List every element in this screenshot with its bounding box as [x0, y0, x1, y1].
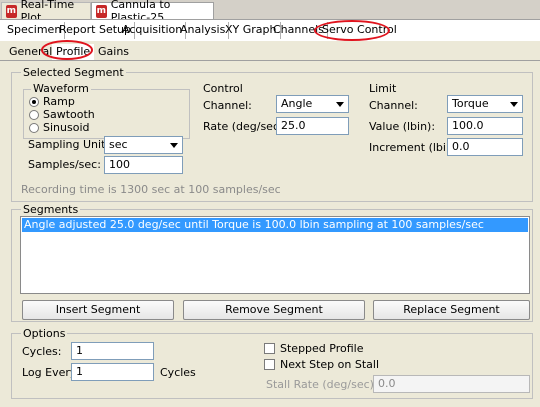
control-channel-value: Angle — [281, 97, 313, 110]
stepped-profile-checkbox[interactable] — [264, 343, 275, 354]
limit-channel-select[interactable]: Torque — [447, 95, 523, 113]
log-every-unit: Cycles — [160, 366, 196, 379]
sinusoid-label: Sinusoid — [43, 121, 90, 134]
stall-rate-input: 0.0 — [373, 375, 530, 393]
sinusoid-radio[interactable] — [29, 123, 39, 133]
rate-input[interactable]: 25.0 — [276, 117, 349, 135]
app-icon: m — [6, 4, 17, 18]
next-step-on-stall-label: Next Step on Stall — [280, 358, 380, 371]
limit-title: Limit — [369, 82, 397, 95]
cycles-input[interactable]: 1 — [71, 342, 154, 360]
limit-value-label: Value (lbin): — [369, 120, 436, 133]
tab-gains[interactable]: Gains — [98, 44, 129, 60]
sampling-units-value: sec — [109, 138, 128, 151]
control-channel-select[interactable]: Angle — [276, 95, 349, 113]
window-tab-real-time-plot[interactable]: m Real-Time Plot — [1, 0, 91, 24]
tab-servo-control[interactable]: Servo Control — [319, 22, 400, 39]
ramp-radio[interactable] — [29, 97, 39, 107]
limit-value-input[interactable]: 100.0 — [447, 117, 523, 135]
chevron-down-icon — [510, 102, 518, 107]
segments-title: Segments — [21, 203, 81, 216]
options-title: Options — [21, 327, 68, 340]
insert-segment-button[interactable]: Insert Segment — [22, 300, 174, 320]
control-channel-label: Channel: — [203, 99, 252, 112]
sawtooth-radio[interactable] — [29, 110, 39, 120]
app-icon: m — [96, 4, 107, 18]
samples-input[interactable]: 100 — [104, 156, 183, 174]
remove-segment-button[interactable]: Remove Segment — [183, 300, 365, 320]
stepped-profile-label: Stepped Profile — [280, 342, 364, 355]
tab-general[interactable]: General — [9, 44, 52, 60]
cycles-label: Cycles: — [22, 345, 62, 358]
window-tab-cannula-to-plastic[interactable]: m Cannula to Plastic-25 — [91, 0, 214, 24]
ramp-label: Ramp — [43, 95, 75, 108]
stall-rate-label: Stall Rate (deg/sec): — [266, 378, 378, 391]
increment-input[interactable]: 0.0 — [447, 138, 523, 156]
tab-profile[interactable]: Profile — [52, 44, 95, 60]
samples-label: Samples/sec: — [28, 158, 101, 171]
sampling-units-label: Sampling Units: — [28, 138, 115, 151]
segment-list-item[interactable]: Angle adjusted 25.0 deg/sec until Torque… — [22, 218, 528, 232]
sawtooth-label: Sawtooth — [43, 108, 95, 121]
control-title: Control — [203, 82, 243, 95]
replace-segment-button[interactable]: Replace Segment — [373, 300, 530, 320]
next-step-on-stall-checkbox[interactable] — [264, 359, 275, 370]
rate-label: Rate (deg/sec): — [203, 120, 287, 133]
waveform-title: Waveform — [31, 82, 91, 95]
log-every-input[interactable]: 1 — [71, 363, 154, 381]
sampling-units-select[interactable]: sec — [104, 136, 183, 154]
recording-time-text: Recording time is 1300 sec at 100 sample… — [21, 183, 281, 196]
chevron-down-icon — [336, 102, 344, 107]
chevron-down-icon — [170, 143, 178, 148]
selected-segment-title: Selected Segment — [21, 66, 126, 79]
limit-channel-value: Torque — [452, 97, 489, 110]
limit-channel-label: Channel: — [369, 99, 418, 112]
